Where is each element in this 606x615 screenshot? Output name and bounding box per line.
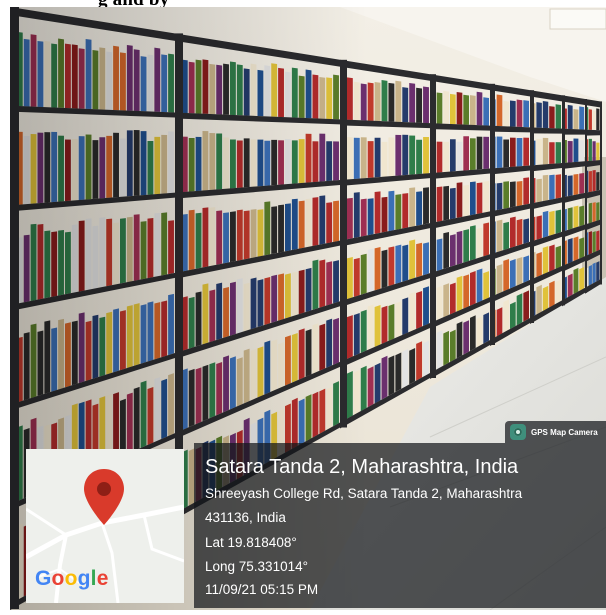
address-line-1: Shreeyash College Rd, Satara Tanda 2, Ma… (205, 486, 523, 501)
google-logo-letter: e (96, 567, 109, 590)
camera-badge[interactable]: GPS Map Camera (505, 421, 606, 443)
google-logo-letter: G (35, 567, 52, 590)
longitude: Long 75.331014° (205, 559, 308, 574)
google-logo-letter: g (77, 567, 91, 590)
address-line-2: 431136, India (205, 510, 286, 525)
latitude: Lat 19.818408° (205, 535, 297, 550)
google-logo-letter: o (64, 567, 78, 590)
google-logo-letter: o (51, 567, 65, 590)
google-logo: Google (35, 567, 109, 591)
gps-camera-icon (510, 424, 526, 440)
timestamp: 11/09/21 05:15 PM (205, 582, 319, 597)
google-logo-text: Google (35, 567, 109, 591)
place-name: Satara Tanda 2, Maharashtra, India (205, 456, 519, 478)
map-thumbnail[interactable]: Google (26, 449, 184, 603)
camera-badge-label: GPS Map Camera (531, 427, 598, 437)
